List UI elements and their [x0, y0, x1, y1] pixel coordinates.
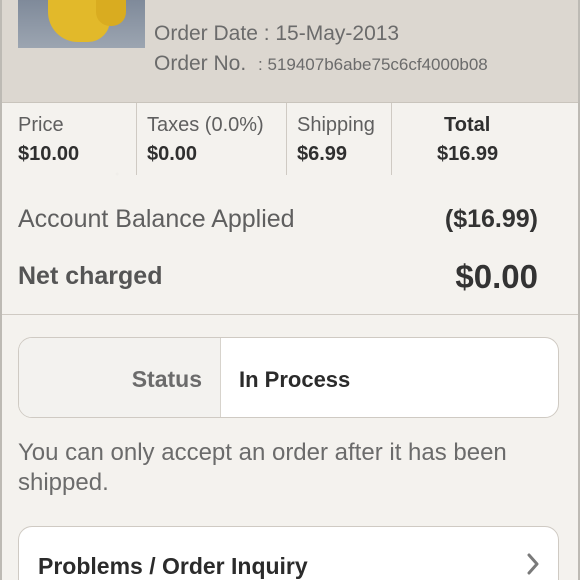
- status-label: Status: [131, 366, 202, 392]
- problems-label: Problems / Order Inquiry: [38, 553, 308, 579]
- taxes-cell: Taxes (0.0%) $0.00: [137, 103, 287, 175]
- price-breakdown: Price $10.00 Taxes (0.0%) $0.00 Shipping…: [2, 103, 578, 177]
- price-value: $10.00: [18, 143, 80, 165]
- shipping-cell: Shipping $6.99: [287, 103, 392, 175]
- status-box: Status In Process: [18, 337, 559, 418]
- shipping-label: Shipping: [297, 114, 375, 136]
- order-header: Order Date : 15-May-2013 Order No. : 519…: [2, 0, 578, 103]
- order-detail-screen: Order Date : 15-May-2013 Order No. : 519…: [0, 0, 580, 580]
- price-label: Price: [18, 114, 64, 136]
- order-number-label: Order No.: [154, 52, 247, 75]
- total-value: $16.99: [437, 143, 499, 165]
- shipping-notice: You can only accept an order after it ha…: [18, 439, 507, 496]
- order-date: Order Date : 15-May-2013: [154, 22, 400, 45]
- problems-order-inquiry-button[interactable]: Problems / Order Inquiry: [18, 526, 559, 580]
- total-cell: Total $16.99: [392, 103, 552, 175]
- balance-applied-value: ($16.99): [444, 205, 538, 233]
- product-thumbnail[interactable]: [18, 0, 145, 48]
- thumbnail-boot-shape-2: [96, 0, 126, 26]
- price-cell: Price $10.00: [18, 103, 137, 175]
- order-number: Order No. : 519407b6abe75c6cf4000b08: [154, 52, 488, 76]
- status-value: In Process: [239, 367, 351, 392]
- status-label-cell: Status: [19, 338, 221, 417]
- net-charged-value: $0.00: [455, 258, 538, 295]
- total-label: Total: [444, 114, 491, 136]
- shipping-value: $6.99: [297, 143, 348, 165]
- taxes-value: $0.00: [147, 143, 198, 165]
- taxes-label: Taxes (0.0%): [147, 114, 264, 136]
- net-charged-label: Net charged: [18, 262, 163, 290]
- order-number-value: : 519407b6abe75c6cf4000b08: [258, 55, 488, 74]
- balance-applied-label: Account Balance Applied: [18, 205, 295, 233]
- chevron-right-icon: [527, 553, 539, 575]
- section-divider: [2, 314, 578, 315]
